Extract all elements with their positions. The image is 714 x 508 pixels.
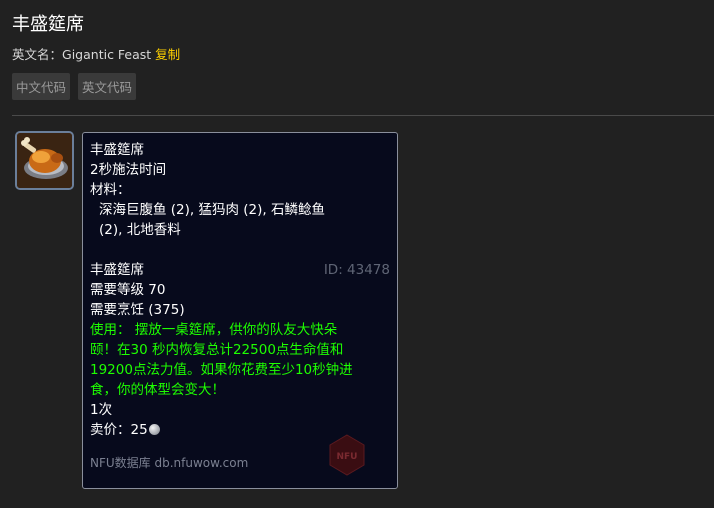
charges: 1次 <box>90 402 113 418</box>
use-effect-line: 19200点法力值。如果你花费至少10秒钟进 <box>90 362 353 378</box>
sell-price-value: 25 <box>130 422 148 438</box>
reagents-line: (2), 北地香料 <box>99 222 181 238</box>
english-code-button[interactable]: 英文代码 <box>78 73 137 100</box>
sell-price-label: 卖价： <box>90 422 131 438</box>
page-title: 丰盛筵席 <box>12 14 84 35</box>
reagents-line: 深海巨腹鱼 (2), 猛犸肉 (2), 石鳞鲶鱼 <box>99 202 325 218</box>
reagents-label: 材料： <box>90 182 131 198</box>
required-level: 需要等级 70 <box>90 282 166 298</box>
item-name-row: 丰盛筵席 ID: 43478 <box>90 260 390 280</box>
use-effect-line: 颐！在30 秒内恢复总计22500点生命值和 <box>90 342 344 358</box>
english-name-row: 英文名：Gigantic Feast 复制 <box>12 44 180 63</box>
copy-button[interactable]: 复制 <box>155 47 180 62</box>
copper-coin-icon <box>148 424 160 435</box>
section-divider <box>12 115 714 116</box>
roast-turkey-icon[interactable] <box>15 131 74 190</box>
chinese-code-button[interactable]: 中文代码 <box>12 73 71 100</box>
database-credit: NFU数据库 db.nfuwow.com <box>90 456 249 470</box>
spell-name: 丰盛筵席 <box>90 142 144 158</box>
use-effect-line: 使用： 摆放一桌筵席，供你的队友大快朵 <box>90 322 338 338</box>
english-name-value: Gigantic Feast <box>62 47 152 62</box>
nfu-logo: NFU <box>327 433 367 477</box>
required-skill: 需要烹饪 (375) <box>90 302 185 318</box>
svg-text:NFU: NFU <box>337 452 358 462</box>
english-name-label: 英文名： <box>12 47 63 62</box>
item-tooltip: 丰盛筵席 2秒施法时间 材料： 深海巨腹鱼 (2), 猛犸肉 (2), 石鳞鲶鱼… <box>82 132 398 489</box>
item-id: ID: 43478 <box>323 262 390 278</box>
code-buttons: 中文代码 英文代码 <box>12 73 137 100</box>
cast-time: 2秒施法时间 <box>90 162 167 178</box>
item-name: 丰盛筵席 <box>90 262 144 278</box>
use-effect-line: 食，你的体型会变大！ <box>90 382 225 398</box>
